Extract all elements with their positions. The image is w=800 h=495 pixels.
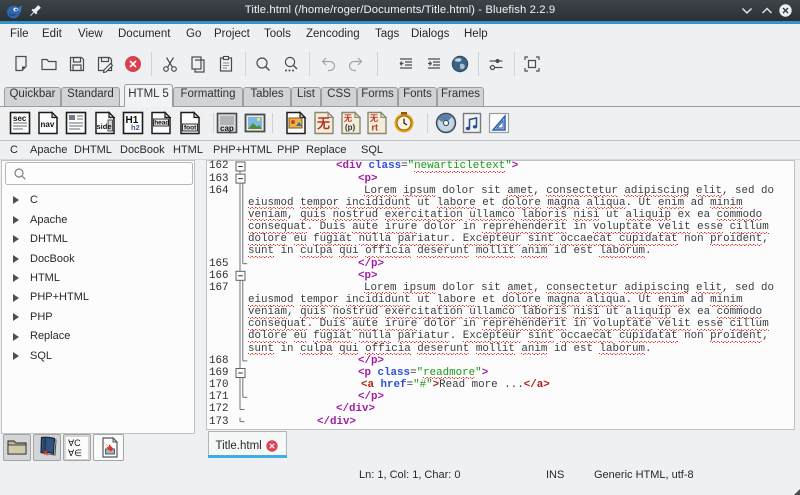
svg-text:∀C: ∀C <box>68 438 81 448</box>
svg-text:∀∈: ∀∈ <box>68 448 82 458</box>
